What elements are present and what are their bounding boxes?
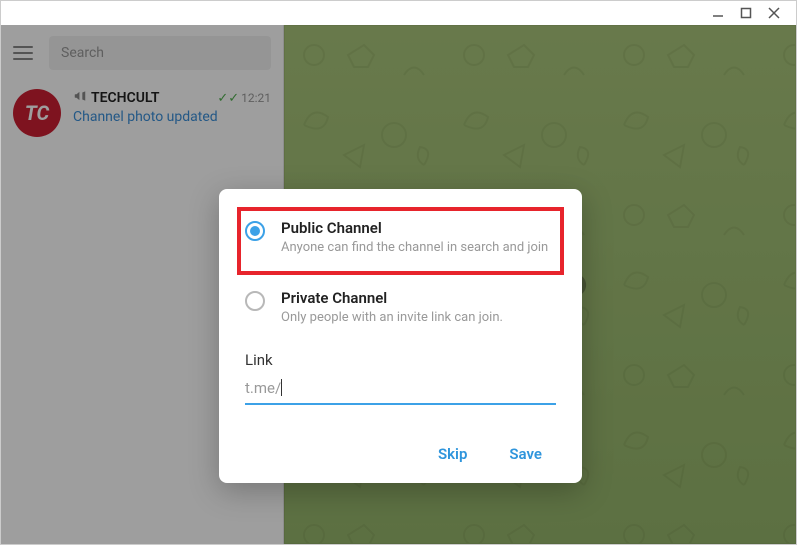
- radio-unselected-icon: [245, 291, 265, 311]
- search-input[interactable]: Search: [49, 36, 271, 70]
- menu-button[interactable]: [13, 41, 37, 65]
- chat-preview: Channel photo updated: [73, 109, 271, 125]
- read-ticks-icon: ✓✓: [217, 91, 239, 106]
- option-private-channel[interactable]: Private Channel Only people with an invi…: [245, 279, 556, 341]
- link-field-label: Link: [245, 351, 556, 369]
- avatar: TC: [13, 89, 61, 137]
- skip-button[interactable]: Skip: [430, 439, 475, 469]
- option-desc: Anyone can find the channel in search an…: [281, 240, 556, 257]
- option-title: Private Channel: [281, 289, 556, 307]
- link-prefix: t.me/: [245, 379, 281, 397]
- close-button[interactable]: [760, 1, 788, 25]
- minimize-button[interactable]: [704, 1, 732, 25]
- radio-selected-icon: [245, 221, 265, 241]
- option-title: Public Channel: [281, 219, 556, 237]
- chat-time: 12:21: [241, 91, 271, 105]
- megaphone-icon: [73, 89, 87, 107]
- maximize-button[interactable]: [732, 1, 760, 25]
- link-input[interactable]: t.me/: [245, 377, 556, 405]
- chat-list-item[interactable]: TC TECHCULT ✓✓ 12:21 Channel photo updat…: [1, 81, 283, 145]
- option-desc: Only people with an invite link can join…: [281, 310, 556, 327]
- channel-type-dialog: Public Channel Anyone can find the chann…: [219, 189, 582, 483]
- save-button[interactable]: Save: [501, 439, 550, 469]
- option-public-channel[interactable]: Public Channel Anyone can find the chann…: [237, 207, 564, 275]
- search-placeholder: Search: [61, 45, 104, 61]
- window-titlebar: [1, 1, 796, 25]
- link-text-field[interactable]: [282, 377, 556, 399]
- chat-name: TECHCULT: [91, 90, 159, 106]
